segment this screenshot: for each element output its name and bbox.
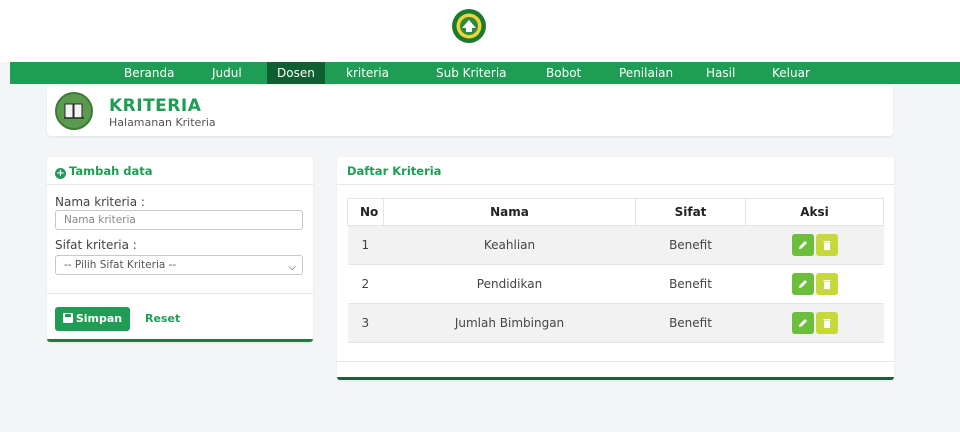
table-header-row: No Nama Sifat Aksi (347, 198, 884, 226)
nav-item-judul[interactable]: Judul (202, 62, 252, 84)
divider (337, 361, 894, 362)
sifat-select-value: -- Pilih Sifat Kriteria -- (64, 259, 177, 271)
pencil-icon (798, 319, 807, 327)
add-criteria-card: +Tambah data Nama kriteria : Sifat krite… (47, 157, 313, 342)
cell-no: 2 (347, 264, 384, 304)
reset-button[interactable]: Reset (145, 312, 180, 325)
name-label: Nama kriteria : (55, 195, 145, 209)
delete-button[interactable] (815, 234, 838, 256)
table-row: 3 Jumlah Bimbingan Benefit (347, 303, 884, 343)
university-logo-icon (452, 9, 486, 43)
trash-icon (823, 241, 830, 250)
sifat-select[interactable]: -- Pilih Sifat Kriteria -- ⌵ (55, 255, 303, 275)
trash-icon (823, 319, 830, 328)
cell-nama: Keahlian (383, 225, 636, 265)
edit-button[interactable] (791, 312, 814, 334)
cell-sifat: Benefit (635, 303, 746, 343)
column-header-aksi: Aksi (745, 198, 884, 226)
card-title: Daftar Kriteria (347, 164, 442, 178)
save-button[interactable]: Simpan (55, 307, 130, 331)
card-title: + Tambah data (55, 164, 153, 179)
cell-no: 3 (347, 303, 384, 343)
trash-icon (823, 280, 830, 289)
card-title-label: Tambah data (69, 164, 153, 178)
nav-item-sub-kriteria[interactable]: Sub Kriteria (426, 62, 517, 84)
delete-button[interactable] (815, 312, 838, 334)
pencil-icon (798, 241, 807, 249)
plus-circle-icon: + (55, 168, 66, 179)
edit-button[interactable] (791, 234, 814, 256)
card-header: Daftar Kriteria (337, 157, 894, 185)
cell-no: 1 (347, 225, 384, 265)
name-input[interactable] (55, 210, 303, 230)
nav-item-penilaian[interactable]: Penilaian (609, 62, 683, 84)
nav-item-beranda[interactable]: Beranda (114, 62, 184, 84)
column-header-sifat: Sifat (635, 198, 746, 226)
column-header-nama: Nama (383, 198, 636, 226)
table-row: 1 Keahlian Benefit (347, 225, 884, 265)
page-header: KRITERIA Halamanan Kriteria (47, 86, 893, 136)
cell-aksi (745, 264, 884, 304)
nav-item-hasil[interactable]: Hasil (696, 62, 745, 84)
save-icon (62, 313, 73, 323)
sifat-label: Sifat kriteria : (55, 238, 137, 252)
nav-item-dosen[interactable]: Dosen (267, 62, 325, 84)
chevron-down-icon: ⌵ (288, 262, 296, 273)
page-subtitle: Halamanan Kriteria (109, 116, 216, 129)
criteria-list-card: Daftar Kriteria No Nama Sifat Aksi 1 Kea… (337, 157, 894, 380)
criteria-table: No Nama Sifat Aksi 1 Keahlian Benefit 2 … (347, 198, 884, 343)
table-row: 2 Pendidikan Benefit (347, 264, 884, 304)
divider (47, 293, 313, 294)
edit-button[interactable] (791, 273, 814, 295)
delete-button[interactable] (815, 273, 838, 295)
card-header: + Tambah data (47, 157, 313, 185)
cell-aksi (745, 303, 884, 343)
cell-nama: Jumlah Bimbingan (383, 303, 636, 343)
nav-item-keluar[interactable]: Keluar (762, 62, 820, 84)
column-header-no: No (347, 198, 384, 226)
page-title: KRITERIA (109, 96, 202, 116)
pencil-icon (798, 280, 807, 288)
main-navbar: Beranda Judul Dosen kriteria Sub Kriteri… (10, 62, 960, 84)
book-icon (55, 92, 93, 130)
top-bar (0, 0, 960, 62)
cell-aksi (745, 225, 884, 265)
nav-item-bobot[interactable]: Bobot (536, 62, 591, 84)
cell-nama: Pendidikan (383, 264, 636, 304)
cell-sifat: Benefit (635, 264, 746, 304)
cell-sifat: Benefit (635, 225, 746, 265)
nav-item-kriteria[interactable]: kriteria (336, 62, 399, 84)
save-button-label: Simpan (75, 312, 123, 325)
